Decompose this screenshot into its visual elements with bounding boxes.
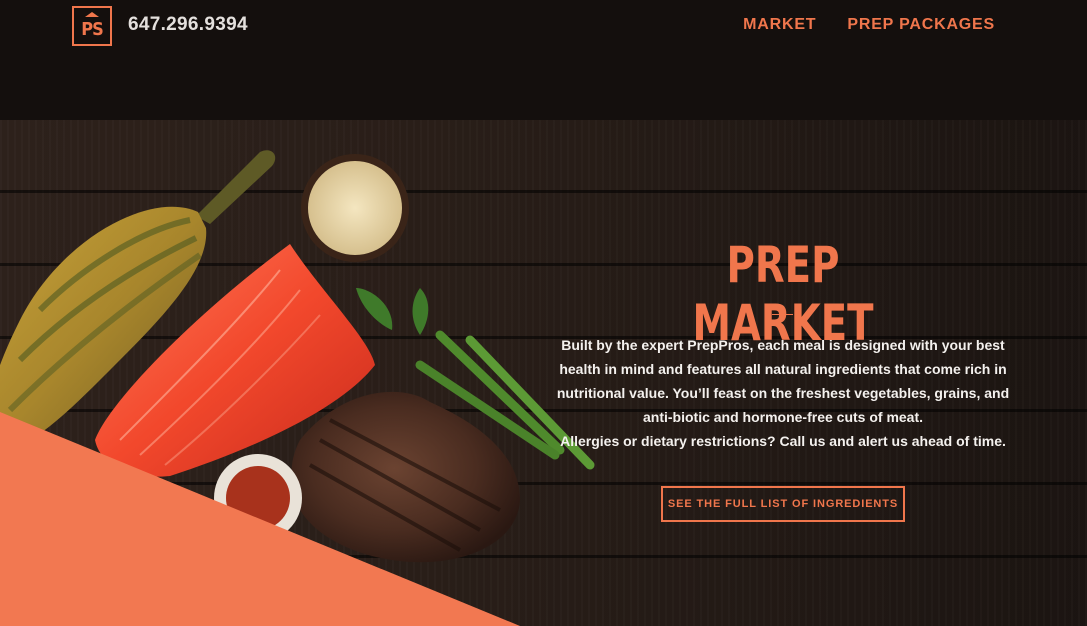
phone-number[interactable]: 647.296.9394 <box>128 14 248 36</box>
nav-link-market[interactable]: MARKET <box>743 16 816 34</box>
logo-text: PS <box>81 19 104 40</box>
hero-section: PREP MARKET Built by the expert PrepPros… <box>0 120 1087 626</box>
nav-link-prep-packages[interactable]: PREP PACKAGES <box>847 16 995 34</box>
steak-shape <box>291 391 520 563</box>
title-divider <box>772 314 793 315</box>
main-nav: MARKET PREP PACKAGES <box>743 16 995 34</box>
hero-description-line: Built by the expert PrepPros, each meal … <box>556 337 1010 425</box>
page: PS 647.296.9394 MARKET PREP PACKAGES PRE… <box>0 0 1087 626</box>
ingredients-list-button[interactable]: SEE THE FULL LIST OF INGREDIENTS <box>661 486 905 522</box>
hero-description: Built by the expert PrepPros, each meal … <box>548 333 1018 453</box>
food-photo <box>0 150 595 563</box>
spice-bowl-shape <box>214 454 302 542</box>
rice-bowl-shape <box>301 154 409 262</box>
herb-leaves-shape <box>356 288 429 335</box>
logo-roof-shape <box>85 12 99 17</box>
site-header: PS 647.296.9394 MARKET PREP PACKAGES <box>0 0 1087 120</box>
hero-description-line: Allergies or dietary restrictions? Call … <box>560 433 1006 449</box>
ps-logo-icon[interactable]: PS <box>72 6 112 46</box>
